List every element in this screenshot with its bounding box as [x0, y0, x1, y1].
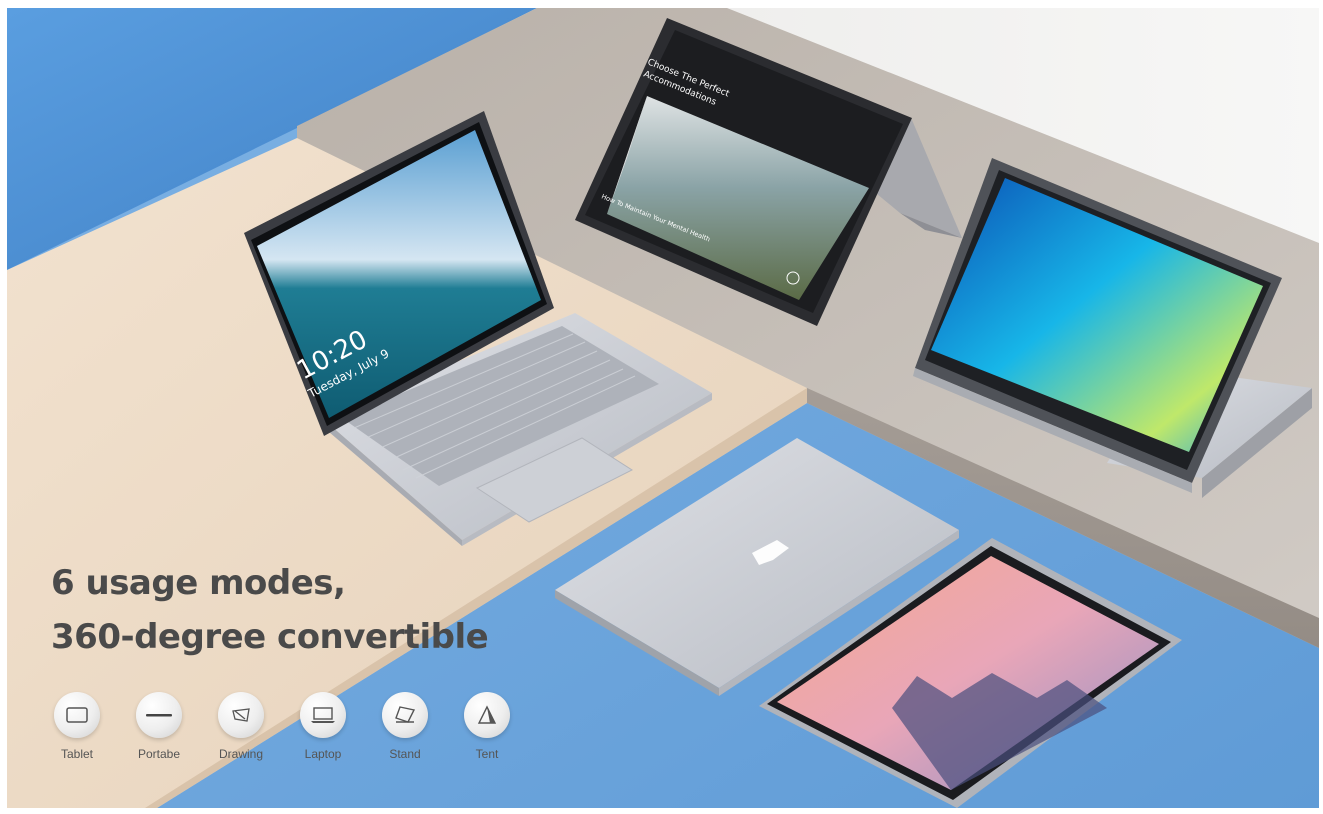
product-banner: Choose The Perfect Accommodations How To… [0, 0, 1323, 814]
tablet-icon [54, 692, 100, 738]
mode-label-laptop: Laptop [304, 747, 342, 761]
laptop-icon [300, 692, 346, 738]
mode-portable: Portabe [131, 692, 187, 761]
mode-label-tablet: Tablet [60, 747, 94, 761]
headline-line-1: 6 usage modes, [51, 563, 346, 603]
mode-drawing: Drawing [213, 692, 269, 761]
portable-icon [136, 692, 182, 738]
mode-label-portable: Portabe [137, 747, 181, 761]
mode-tent: Tent [459, 692, 515, 761]
headline-line-2: 360-degree convertible [51, 617, 489, 657]
product-scene: Choose The Perfect Accommodations How To… [7, 8, 1319, 808]
mode-label-stand: Stand [389, 747, 421, 761]
tent-icon [464, 692, 510, 738]
mode-stand: Stand [377, 692, 433, 761]
mode-label-tent: Tent [475, 747, 499, 761]
stand-icon [382, 692, 428, 738]
drawing-icon [218, 692, 264, 738]
banner-frame: Choose The Perfect Accommodations How To… [7, 8, 1319, 808]
usage-modes: Tablet Portabe Drawing Laptop Stand Tent [49, 692, 529, 772]
mode-laptop: Laptop [295, 692, 351, 761]
mode-label-drawing: Drawing [218, 747, 263, 761]
mode-tablet: Tablet [49, 692, 105, 761]
